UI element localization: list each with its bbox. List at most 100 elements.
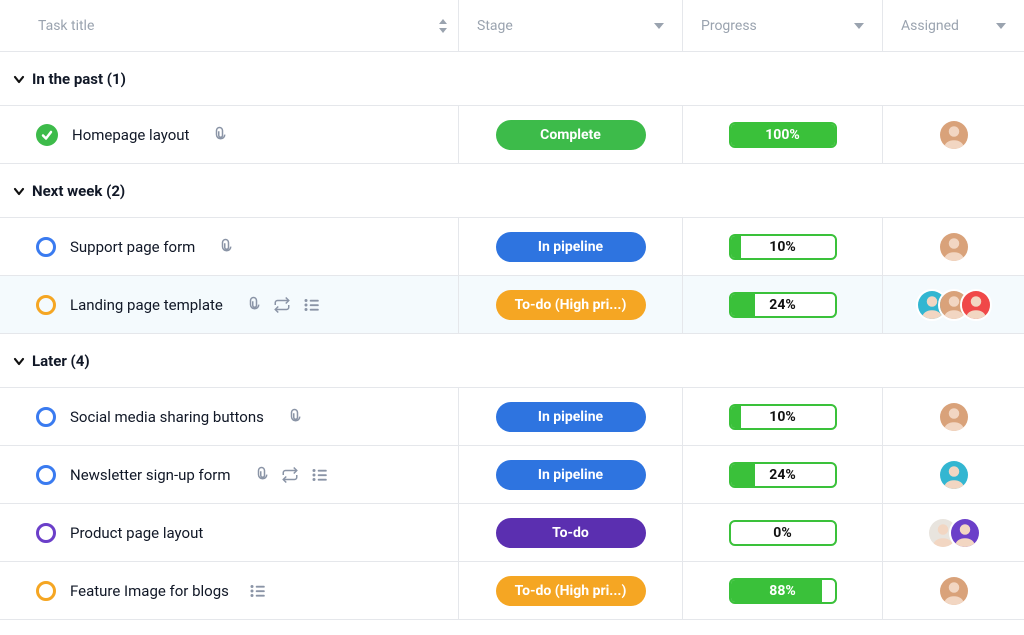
task-name[interactable]: Feature Image for blogs xyxy=(70,582,229,600)
avatar-stack[interactable] xyxy=(927,517,981,549)
chevron-down-icon[interactable] xyxy=(6,354,32,368)
status-ring-icon[interactable] xyxy=(36,295,56,315)
stage-pill[interactable]: In pipeline xyxy=(496,460,646,490)
assigned-cell xyxy=(882,106,1024,163)
avatar-stack[interactable] xyxy=(916,289,992,321)
column-header-stage[interactable]: Stage xyxy=(458,0,682,51)
progress-cell: 24% xyxy=(682,276,882,333)
table-row[interactable]: Feature Image for blogs To-do (High pri..… xyxy=(0,562,1024,620)
attach-icon[interactable] xyxy=(243,296,261,314)
stage-cell: In pipeline xyxy=(458,388,682,445)
task-name[interactable]: Support page form xyxy=(70,238,195,256)
stage-pill[interactable]: In pipeline xyxy=(496,402,646,432)
table-row[interactable]: Product page layout To-do 0% xyxy=(0,504,1024,562)
group-label: Next week (2) xyxy=(32,182,125,200)
stage-pill[interactable]: Complete xyxy=(496,120,646,150)
avatar[interactable] xyxy=(949,517,981,549)
chevron-down-icon[interactable] xyxy=(854,23,864,29)
task-title-cell: Feature Image for blogs xyxy=(0,581,458,601)
status-ring-icon[interactable] xyxy=(36,407,56,427)
task-name[interactable]: Homepage layout xyxy=(72,126,189,144)
avatar[interactable] xyxy=(938,459,970,491)
task-meta-icons xyxy=(284,408,302,426)
progress-cell: 10% xyxy=(682,218,882,275)
task-name[interactable]: Newsletter sign-up form xyxy=(70,466,231,484)
progress-bar[interactable]: 0% xyxy=(729,520,837,546)
task-name[interactable]: Landing page template xyxy=(70,296,223,314)
stage-pill[interactable]: In pipeline xyxy=(496,232,646,262)
progress-bar[interactable]: 24% xyxy=(729,462,837,488)
progress-bar[interactable]: 88% xyxy=(729,578,837,604)
attach-icon[interactable] xyxy=(251,466,269,484)
assigned-cell xyxy=(882,388,1024,445)
avatar-stack[interactable] xyxy=(938,119,970,151)
group-header[interactable]: In the past (1) xyxy=(0,52,1024,106)
assigned-cell xyxy=(882,504,1024,561)
progress-cell: 0% xyxy=(682,504,882,561)
attach-icon[interactable] xyxy=(215,238,233,256)
table-row[interactable]: Social media sharing buttons In pipeline 1… xyxy=(0,388,1024,446)
progress-bar[interactable]: 10% xyxy=(729,234,837,260)
table-row[interactable]: Landing page template To-do (High pri...)… xyxy=(0,276,1024,334)
progress-bar[interactable]: 10% xyxy=(729,404,837,430)
stage-cell: In pipeline xyxy=(458,218,682,275)
progress-cell: 100% xyxy=(682,106,882,163)
stage-pill[interactable]: To-do xyxy=(496,518,646,548)
task-meta-icons xyxy=(215,238,233,256)
column-header-assigned[interactable]: Assigned xyxy=(882,0,1024,51)
stage-pill[interactable]: To-do (High pri...) xyxy=(496,290,646,320)
status-ring-icon[interactable] xyxy=(36,465,56,485)
status-ring-icon[interactable] xyxy=(36,523,56,543)
assigned-cell xyxy=(882,276,1024,333)
chevron-down-icon[interactable] xyxy=(654,23,664,29)
sort-icon[interactable] xyxy=(438,19,448,33)
task-name[interactable]: Social media sharing buttons xyxy=(70,408,264,426)
avatar-stack[interactable] xyxy=(938,401,970,433)
task-title-cell: Landing page template xyxy=(0,295,458,315)
progress-bar[interactable]: 24% xyxy=(729,292,837,318)
table-row[interactable]: Newsletter sign-up form In pipeline 24% xyxy=(0,446,1024,504)
assigned-cell xyxy=(882,562,1024,619)
avatar-stack[interactable] xyxy=(938,575,970,607)
status-complete-icon[interactable] xyxy=(36,124,58,146)
progress-value: 10% xyxy=(731,406,835,428)
column-header-progress[interactable]: Progress xyxy=(682,0,882,51)
progress-value: 10% xyxy=(731,236,835,258)
recur-icon[interactable] xyxy=(273,296,291,314)
task-title-cell: Homepage layout xyxy=(0,124,458,146)
status-ring-icon[interactable] xyxy=(36,237,56,257)
recur-icon[interactable] xyxy=(281,466,299,484)
list-icon[interactable] xyxy=(311,466,329,484)
task-meta-icons xyxy=(249,582,267,600)
task-title-cell: Support page form xyxy=(0,237,458,257)
group-header[interactable]: Later (4) xyxy=(0,334,1024,388)
progress-value: 100% xyxy=(731,124,835,146)
chevron-down-icon[interactable] xyxy=(996,23,1006,29)
group-label: Later (4) xyxy=(32,352,90,370)
avatar-stack[interactable] xyxy=(938,459,970,491)
progress-bar[interactable]: 100% xyxy=(729,122,837,148)
task-title-cell: Newsletter sign-up form xyxy=(0,465,458,485)
avatar[interactable] xyxy=(938,231,970,263)
list-icon[interactable] xyxy=(303,296,321,314)
table-row[interactable]: Homepage layout Complete 100% xyxy=(0,106,1024,164)
attach-icon[interactable] xyxy=(209,126,227,144)
task-table: Task title Stage Progress Assigned In th… xyxy=(0,0,1024,620)
avatar[interactable] xyxy=(938,575,970,607)
avatar[interactable] xyxy=(938,119,970,151)
stage-cell: To-do (High pri...) xyxy=(458,562,682,619)
task-name[interactable]: Product page layout xyxy=(70,524,203,542)
avatar[interactable] xyxy=(938,401,970,433)
status-ring-icon[interactable] xyxy=(36,581,56,601)
group-header[interactable]: Next week (2) xyxy=(0,164,1024,218)
avatar[interactable] xyxy=(960,289,992,321)
list-icon[interactable] xyxy=(249,582,267,600)
chevron-down-icon[interactable] xyxy=(6,184,32,198)
attach-icon[interactable] xyxy=(284,408,302,426)
column-header-title[interactable]: Task title xyxy=(0,18,458,34)
stage-pill[interactable]: To-do (High pri...) xyxy=(496,576,646,606)
avatar-stack[interactable] xyxy=(938,231,970,263)
task-title-cell: Social media sharing buttons xyxy=(0,407,458,427)
table-row[interactable]: Support page form In pipeline 10% xyxy=(0,218,1024,276)
chevron-down-icon[interactable] xyxy=(6,72,32,86)
